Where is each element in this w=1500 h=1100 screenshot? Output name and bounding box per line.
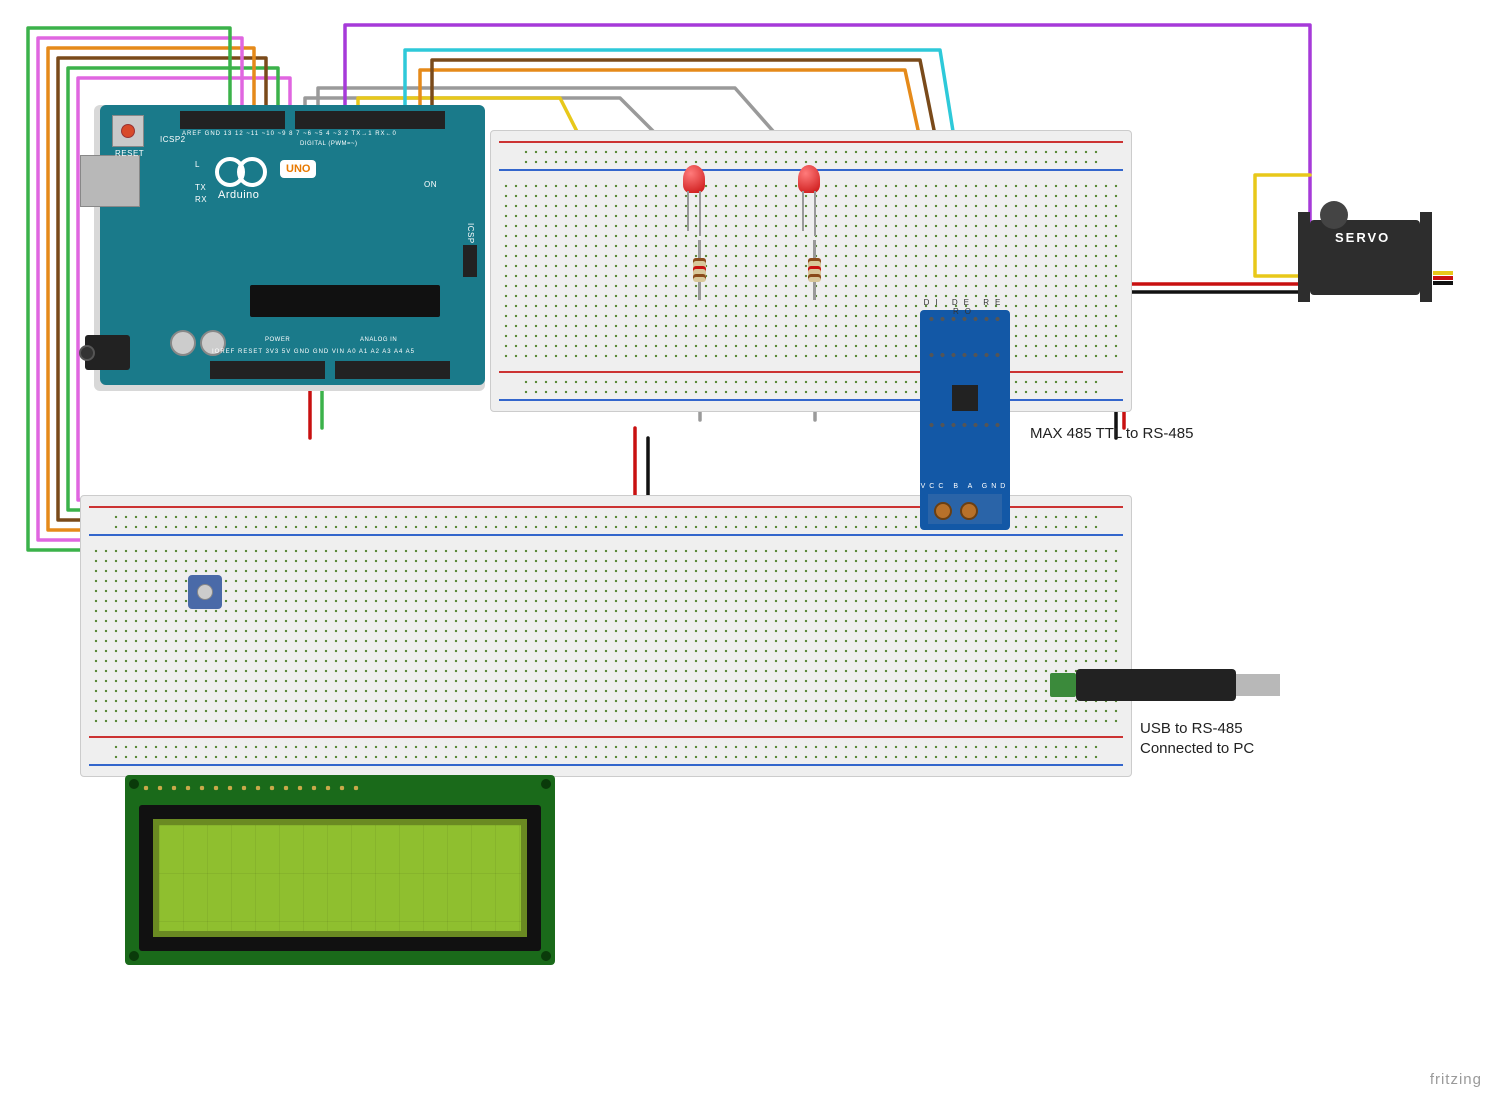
icsp-label: ICSP xyxy=(466,223,475,244)
barrel-jack xyxy=(85,335,130,370)
digital-header-left[interactable] xyxy=(180,111,285,129)
reset-button[interactable] xyxy=(112,115,144,147)
tx-label: TX xyxy=(195,183,206,192)
led-1 xyxy=(680,165,708,205)
analog-header[interactable] xyxy=(335,361,450,379)
terminal-screw-b[interactable] xyxy=(934,502,952,520)
diagram-canvas: UNO Arduino RESET ICSP2 L TX RX ON ICSP … xyxy=(0,0,1500,1100)
capacitors xyxy=(170,330,230,361)
power-label: POWER xyxy=(265,337,290,343)
uno-badge: UNO xyxy=(280,160,316,178)
tool-watermark: fritzing xyxy=(1430,1071,1482,1088)
breadboard-bottom[interactable] xyxy=(80,495,1132,777)
digital-label: DIGITAL (PWM=~) xyxy=(300,141,358,147)
max485-res-row2 xyxy=(926,420,1004,430)
top-pin-labels: AREF GND 13 12 ~11 ~10 ~9 8 7 ~6 ~5 4 ~3… xyxy=(182,131,397,137)
max485-module: DI DE RE RO VCC B A GND xyxy=(920,310,1010,530)
usb-a-plug xyxy=(1236,674,1280,696)
trimpot[interactable] xyxy=(188,575,222,609)
l-label: L xyxy=(195,160,200,169)
reset-label: RESET xyxy=(115,149,144,158)
servo-label: SERVO xyxy=(1335,230,1390,245)
rx-label: RX xyxy=(195,195,207,204)
usb-b-port xyxy=(80,155,140,207)
usb485-caption2: Connected to PC xyxy=(1140,740,1254,757)
lcd-16x2 xyxy=(125,775,555,965)
arduino-logo-icon xyxy=(215,157,267,183)
max485-top-pins[interactable] xyxy=(926,314,1004,324)
max485-ic xyxy=(952,385,978,411)
max485-caption: MAX 485 TTL to RS-485 xyxy=(1030,425,1193,442)
rs485-terminal[interactable] xyxy=(1050,673,1076,697)
max485-bus-pins: VCC B A GND xyxy=(920,483,1010,490)
atmega-chip xyxy=(250,285,440,317)
max485-res-row1 xyxy=(926,350,1004,360)
arduino-uno: UNO Arduino RESET ICSP2 L TX RX ON ICSP … xyxy=(100,105,485,385)
bottom-pin-labels: IOREF RESET 3V3 5V GND GND VIN A0 A1 A2 … xyxy=(212,349,415,355)
led-2 xyxy=(795,165,823,205)
servo-horn-icon xyxy=(1320,201,1348,229)
terminal-screw-a[interactable] xyxy=(960,502,978,520)
on-label: ON xyxy=(424,180,437,189)
analog-label: ANALOG IN xyxy=(360,337,397,343)
servo-lead xyxy=(1433,270,1453,288)
digital-header-right[interactable] xyxy=(295,111,445,129)
power-header[interactable] xyxy=(210,361,325,379)
servo-motor: SERVO xyxy=(1295,195,1445,315)
resistor-1 xyxy=(695,240,705,300)
usb485-caption1: USB to RS-485 xyxy=(1140,720,1243,737)
usb-to-rs485-adapter xyxy=(1050,665,1280,705)
lcd-header[interactable] xyxy=(139,781,359,795)
icsp-header[interactable] xyxy=(463,245,477,277)
resistor-2 xyxy=(810,240,820,300)
lcd-screen xyxy=(153,819,527,937)
brand-text: Arduino xyxy=(218,189,259,201)
